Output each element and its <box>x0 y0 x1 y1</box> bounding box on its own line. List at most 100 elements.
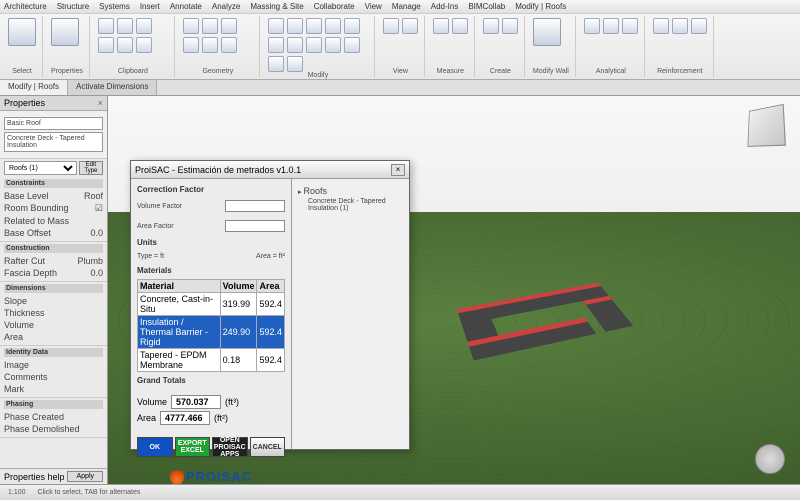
volume-factor-input[interactable] <box>225 200 285 212</box>
match-icon[interactable] <box>98 37 114 53</box>
cope-icon[interactable] <box>183 18 199 34</box>
status-scale[interactable]: 1:100 <box>8 489 26 496</box>
dialog-left-pane: Correction Factor Volume Factor Area Fac… <box>131 179 291 449</box>
array-icon[interactable] <box>344 18 360 34</box>
ribbon-icon[interactable] <box>402 18 418 34</box>
prop-row[interactable]: Area <box>4 331 103 343</box>
ribbon-icon[interactable] <box>622 18 638 34</box>
menu-item[interactable]: Add-Ins <box>431 2 459 11</box>
menu-item[interactable]: Structure <box>57 2 89 11</box>
ribbon-icon[interactable] <box>383 18 399 34</box>
tree-root[interactable]: ▸ Roofs <box>298 185 403 197</box>
cancel-button[interactable]: CANCEL <box>250 437 286 457</box>
delete-icon[interactable] <box>287 56 303 72</box>
close-icon[interactable]: × <box>391 164 405 176</box>
prop-row[interactable]: Slope <box>4 295 103 307</box>
prop-row[interactable]: Phase Created <box>4 411 103 423</box>
join-icon[interactable] <box>221 18 237 34</box>
menu-item[interactable]: Massing & Site <box>250 2 303 11</box>
close-icon[interactable]: × <box>98 98 103 108</box>
paste-icon[interactable] <box>98 18 114 34</box>
scale-icon[interactable] <box>268 37 284 53</box>
status-bar: 1:100 Click to select, TAB for alternate… <box>0 484 800 500</box>
properties-icon[interactable] <box>51 18 79 46</box>
rotate-icon[interactable] <box>306 18 322 34</box>
proisac-dialog: ProiSAC - Estimación de metrados v1.0.1 … <box>130 160 410 450</box>
type-name: Basic Roof <box>4 117 103 130</box>
ok-button[interactable]: OK <box>137 437 173 457</box>
ribbon-icon[interactable] <box>603 18 619 34</box>
menu-item[interactable]: Annotate <box>170 2 202 11</box>
proisac-logo: PROISAC <box>137 467 285 485</box>
tree-item[interactable]: Concrete Deck - Tapered Insulation (1) <box>298 197 403 213</box>
edit-profile-icon[interactable] <box>533 18 561 46</box>
ribbon-icon[interactable] <box>483 18 499 34</box>
edit-type-button[interactable]: Edit Type <box>79 161 103 175</box>
menu-item[interactable]: Manage <box>392 2 421 11</box>
ribbon-icon[interactable] <box>584 18 600 34</box>
ribbon-icon[interactable] <box>183 37 199 53</box>
prop-row[interactable]: Comments <box>4 371 103 383</box>
prop-row[interactable]: Thickness <box>4 307 103 319</box>
align-icon[interactable] <box>325 37 341 53</box>
ribbon-icon[interactable] <box>502 18 518 34</box>
prop-row[interactable]: Related to Mass <box>4 215 103 227</box>
prop-row[interactable]: Mark <box>4 383 103 395</box>
prop-row[interactable]: Volume <box>4 319 103 331</box>
selection-filter[interactable]: Roofs (1) <box>4 161 77 175</box>
modify-icon[interactable] <box>8 18 36 46</box>
ribbon-icon[interactable] <box>691 18 707 34</box>
tab-modify-roofs[interactable]: Modify | Roofs <box>0 80 68 95</box>
area-factor-input[interactable] <box>225 220 285 232</box>
menu-item[interactable]: View <box>365 2 382 11</box>
trim-icon[interactable] <box>287 37 303 53</box>
menu-item[interactable]: Systems <box>99 2 130 11</box>
rebar-icon[interactable] <box>653 18 669 34</box>
prop-row[interactable]: Phase Demolished <box>4 423 103 435</box>
ribbon-icon[interactable] <box>672 18 688 34</box>
pin-icon[interactable] <box>268 56 284 72</box>
menu-item[interactable]: Collaborate <box>314 2 355 11</box>
prop-row[interactable]: Base Offset0.0 <box>4 227 103 239</box>
materials-table[interactable]: MaterialVolumeArea Concrete, Cast-in-Sit… <box>137 279 285 372</box>
navigation-wheel[interactable] <box>755 444 785 474</box>
cut-icon[interactable] <box>117 18 133 34</box>
dimension-icon[interactable] <box>452 18 468 34</box>
mirror-icon[interactable] <box>325 18 341 34</box>
menu-item[interactable]: BIMCollab <box>468 2 505 11</box>
copy-icon[interactable] <box>136 18 152 34</box>
prop-row[interactable]: Base LevelRoof <box>4 190 103 202</box>
menu-item[interactable]: Analyze <box>212 2 240 11</box>
view-cube[interactable] <box>747 104 786 147</box>
export-excel-button[interactable]: EXPORT EXCEL <box>175 437 211 457</box>
dialog-tree-pane: ▸ Roofs Concrete Deck - Tapered Insulati… <box>291 179 409 449</box>
open-apps-button[interactable]: OPEN PROISAC APPS <box>212 437 248 457</box>
type-selector[interactable]: Basic Roof Concrete Deck - Tapered Insul… <box>0 111 107 159</box>
tab-activate-dimensions[interactable]: Activate Dimensions <box>68 80 157 95</box>
prop-row[interactable]: Rafter CutPlumb <box>4 255 103 267</box>
menu-item[interactable]: Architecture <box>4 2 47 11</box>
dialog-titlebar[interactable]: ProiSAC - Estimación de metrados v1.0.1 … <box>131 161 409 179</box>
apply-button[interactable]: Apply <box>67 471 103 482</box>
properties-help-link[interactable]: Properties help <box>4 472 65 482</box>
prop-row[interactable]: Image <box>4 359 103 371</box>
flame-icon <box>170 467 184 485</box>
copy-elem-icon[interactable] <box>287 18 303 34</box>
ribbon-icon[interactable] <box>136 37 152 53</box>
ribbon-group-analytical: Analytical <box>578 16 645 77</box>
ribbon-icon[interactable] <box>221 37 237 53</box>
split-icon[interactable] <box>306 37 322 53</box>
offset-icon[interactable] <box>344 37 360 53</box>
ribbon-group-measure: Measure <box>427 16 475 77</box>
move-icon[interactable] <box>268 18 284 34</box>
prop-row[interactable]: Fascia Depth0.0 <box>4 267 103 279</box>
ribbon-group-properties: Properties <box>45 16 90 77</box>
measure-icon[interactable] <box>433 18 449 34</box>
menu-item[interactable]: Insert <box>140 2 160 11</box>
ribbon-icon[interactable] <box>202 37 218 53</box>
props-section-title: Construction <box>4 244 103 253</box>
prop-row[interactable]: Room Bounding☑ <box>4 202 103 215</box>
menu-item[interactable]: Modify | Roofs <box>515 2 566 11</box>
ribbon-icon[interactable] <box>117 37 133 53</box>
cut-geom-icon[interactable] <box>202 18 218 34</box>
